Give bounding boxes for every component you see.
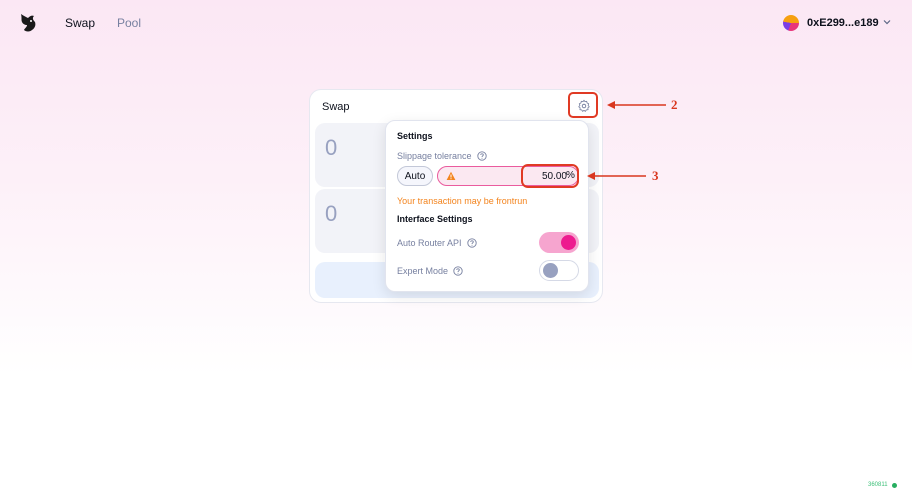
expert-mode-row: Expert Mode bbox=[397, 266, 463, 276]
help-icon[interactable] bbox=[466, 238, 477, 248]
swap-card-title: Swap bbox=[322, 101, 350, 113]
annotation-arrow-3 bbox=[587, 172, 646, 180]
block-status[interactable]: 360811 bbox=[868, 482, 897, 488]
slippage-label-row: Slippage tolerance bbox=[397, 151, 487, 161]
auto-router-toggle[interactable] bbox=[539, 232, 579, 253]
chevron-down-icon bbox=[883, 20, 891, 25]
nav-swap[interactable]: Swap bbox=[65, 16, 95, 30]
toggle-knob bbox=[561, 235, 576, 250]
status-dot bbox=[891, 482, 897, 488]
annotation-box-slippage bbox=[521, 164, 579, 188]
annotation-arrow-2 bbox=[607, 101, 666, 109]
wallet-address: 0xE299...e189 bbox=[807, 17, 879, 29]
toggle-knob bbox=[543, 263, 558, 278]
interface-settings-title: Interface Settings bbox=[397, 214, 473, 224]
nav-pool[interactable]: Pool bbox=[117, 16, 141, 30]
help-icon[interactable] bbox=[476, 151, 487, 161]
wallet-avatar bbox=[783, 15, 799, 31]
block-number: 360811 bbox=[868, 482, 888, 488]
warning-icon bbox=[446, 171, 456, 180]
expert-mode-label: Expert Mode bbox=[397, 266, 449, 276]
help-icon[interactable] bbox=[453, 266, 463, 276]
wallet-button[interactable]: 0xE299...e189 bbox=[778, 10, 896, 36]
auto-router-label: Auto Router API bbox=[397, 238, 462, 248]
input-amount[interactable]: 0 bbox=[325, 135, 337, 161]
settings-title: Settings bbox=[397, 131, 433, 141]
expert-mode-toggle[interactable] bbox=[539, 260, 579, 281]
auto-router-row: Auto Router API bbox=[397, 238, 477, 248]
frontrun-warning: Your transaction may be frontrun bbox=[397, 196, 528, 206]
uniswap-logo[interactable] bbox=[18, 12, 38, 34]
settings-popover: Settings Slippage tolerance Auto % Your … bbox=[385, 120, 589, 292]
slippage-label: Slippage tolerance bbox=[397, 151, 472, 161]
annotation-label-3: 3 bbox=[652, 168, 659, 183]
annotation-label-2: 2 bbox=[671, 97, 678, 112]
header: Swap Pool 0xE299...e189 bbox=[0, 0, 912, 46]
annotation-box-settings bbox=[568, 92, 598, 118]
output-amount[interactable]: 0 bbox=[325, 201, 337, 227]
slippage-auto-button[interactable]: Auto bbox=[397, 166, 433, 186]
